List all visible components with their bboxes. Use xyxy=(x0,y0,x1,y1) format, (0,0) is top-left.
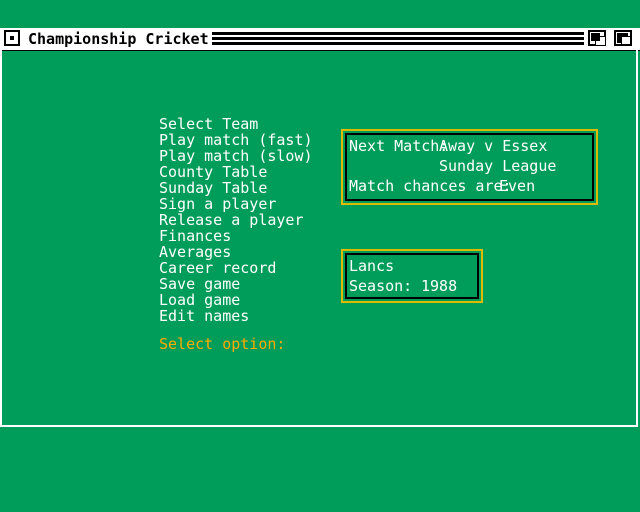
season-value: 1988 xyxy=(421,277,458,295)
depth-back-icon[interactable] xyxy=(588,30,606,46)
match-chances-value: Even xyxy=(499,177,536,195)
team-info-panel: Lancs Season: 1988 xyxy=(341,249,483,303)
menu-item-finances[interactable]: Finances xyxy=(159,228,313,244)
menu-item-select-team[interactable]: Select Team xyxy=(159,116,313,132)
menu-item-edit-names[interactable]: Edit names xyxy=(159,308,313,324)
next-match-panel: Next Match: Away v Essex Sunday League M… xyxy=(341,129,598,205)
match-chances-label: Match chances are: xyxy=(349,177,512,195)
select-option-prompt: Select option: xyxy=(159,335,286,353)
titlebar-drag-bar[interactable] xyxy=(192,32,584,46)
next-match-label: Next Match: xyxy=(349,137,449,155)
menu-item-load-game[interactable]: Load game xyxy=(159,292,313,308)
team-name: Lancs xyxy=(349,257,395,275)
main-menu: Select Team Play match (fast) Play match… xyxy=(159,116,313,324)
close-icon[interactable] xyxy=(4,30,20,46)
window-title: Championship Cricket xyxy=(28,30,212,48)
menu-item-play-fast[interactable]: Play match (fast) xyxy=(159,132,313,148)
menu-item-save-game[interactable]: Save game xyxy=(159,276,313,292)
menu-item-release-player[interactable]: Release a player xyxy=(159,212,313,228)
menu-item-county-table[interactable]: County Table xyxy=(159,164,313,180)
menu-item-averages[interactable]: Averages xyxy=(159,244,313,260)
window-titlebar[interactable]: Championship Cricket xyxy=(0,28,640,51)
next-match-fixture: Away v Essex xyxy=(439,137,548,155)
window-frame xyxy=(0,50,638,427)
game-screen: Championship Cricket Select Team Play ma… xyxy=(0,0,640,512)
season-label: Season: xyxy=(349,277,413,295)
next-match-competition: Sunday League xyxy=(439,157,557,175)
menu-item-sunday-table[interactable]: Sunday Table xyxy=(159,180,313,196)
menu-item-sign-player[interactable]: Sign a player xyxy=(159,196,313,212)
menu-item-play-slow[interactable]: Play match (slow) xyxy=(159,148,313,164)
menu-item-career-record[interactable]: Career record xyxy=(159,260,313,276)
depth-front-icon[interactable] xyxy=(614,30,632,46)
